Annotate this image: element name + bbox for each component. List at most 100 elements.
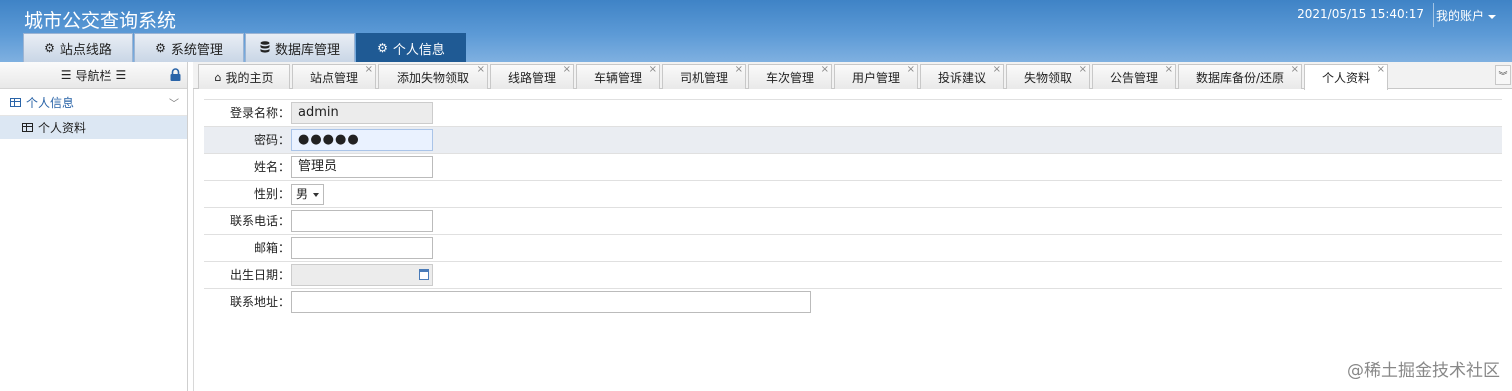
gender-label: 性别：: [253, 187, 290, 201]
main-tab-personal[interactable]: ⚙ 个人信息: [356, 33, 466, 62]
main-tab-stations[interactable]: ⚙ 站点线路: [23, 33, 133, 62]
tab-label: 公告管理: [1109, 70, 1158, 85]
main-tab-label: 个人信息: [392, 42, 445, 58]
close-icon[interactable]: ×: [649, 64, 657, 75]
phone-field[interactable]: [291, 210, 433, 232]
sidebar-title: 导航栏: [75, 68, 112, 83]
tab-user-management[interactable]: 用户管理 ×: [834, 64, 918, 89]
name-field[interactable]: 管理员: [291, 156, 433, 178]
caret-down-icon: [313, 193, 319, 197]
database-icon: [260, 40, 270, 56]
email-field[interactable]: [291, 237, 433, 259]
address-field[interactable]: [291, 291, 811, 313]
watermark: @稀土掘金技术社区: [1347, 361, 1500, 381]
sidebar: ☰ 导航栏 ☰ 个人信息 ﹀ 个人资料: [0, 62, 188, 391]
email-label: 邮箱：: [253, 241, 290, 255]
form-row-password: 密码： ●●●●●: [204, 126, 1502, 153]
tab-label: 用户管理: [851, 70, 900, 85]
password-field[interactable]: ●●●●●: [291, 129, 433, 151]
current-datetime: 2021/05/15 15:40:17: [1297, 7, 1424, 21]
menu-icon: ☰: [115, 68, 127, 82]
tab-database-backup[interactable]: 数据库备份/还原 ×: [1178, 64, 1302, 89]
table-icon: [10, 97, 21, 107]
tab-driver-management[interactable]: 司机管理 ×: [662, 64, 746, 89]
login-name-label: 登录名称：: [229, 106, 290, 120]
close-icon[interactable]: ×: [477, 64, 485, 75]
close-icon[interactable]: ×: [563, 64, 571, 75]
tab-label: 车次管理: [765, 70, 814, 85]
chevron-down-icon: ﹀: [169, 99, 179, 110]
login-name-field[interactable]: admin: [291, 102, 433, 124]
form-row-gender: 性别： 男: [204, 180, 1502, 207]
tab-list-dropdown-button[interactable]: ︾: [1495, 65, 1511, 85]
gear-icon: ⚙: [377, 41, 388, 55]
tab-home[interactable]: ⌂ 我的主页: [198, 64, 290, 89]
home-icon: ⌂: [214, 70, 222, 84]
birth-date-label: 出生日期：: [229, 268, 290, 282]
form-row-birth-date: 出生日期：: [204, 261, 1502, 288]
sidebar-item-profile[interactable]: 个人资料: [0, 116, 187, 139]
form-row-address: 联系地址：: [204, 288, 1502, 315]
sidebar-group-label: 个人信息: [26, 95, 75, 110]
close-icon[interactable]: ×: [735, 64, 743, 75]
tab-label: 司机管理: [679, 70, 728, 85]
app-header: 城市公交查询系统 2021/05/15 15:40:17 我的账户 ⚙ 站点线路 …: [0, 0, 1512, 62]
close-icon[interactable]: ×: [1165, 64, 1173, 75]
form-row-name: 姓名： 管理员: [204, 153, 1502, 180]
close-icon[interactable]: ×: [1079, 64, 1087, 75]
menu-icon: ☰: [60, 68, 72, 82]
account-menu-button[interactable]: 我的账户: [1436, 7, 1512, 24]
tab-label: 数据库备份/还原: [1195, 70, 1285, 85]
tab-vehicle-management[interactable]: 车辆管理 ×: [576, 64, 660, 89]
password-label: 密码：: [253, 133, 290, 147]
sidebar-header: ☰ 导航栏 ☰: [0, 62, 187, 89]
gender-value: 男: [296, 187, 309, 201]
main-tab-label: 站点线路: [59, 42, 112, 58]
close-icon[interactable]: ×: [907, 64, 915, 75]
app-title: 城市公交查询系统: [24, 10, 177, 32]
sidebar-group-personal-info[interactable]: 个人信息 ﹀: [0, 89, 187, 116]
sidebar-item-label: 个人资料: [38, 121, 87, 135]
tab-label: 添加失物领取: [396, 70, 469, 85]
calendar-icon[interactable]: [419, 269, 429, 280]
tab-lost-items[interactable]: 失物领取 ×: [1006, 64, 1090, 89]
close-icon[interactable]: ×: [1291, 64, 1299, 75]
tab-label: 我的主页: [225, 70, 274, 85]
header-divider: [1433, 3, 1434, 27]
tab-label: 个人资料: [1321, 71, 1370, 85]
form-row-email: 邮箱：: [204, 234, 1502, 261]
gear-icon: ⚙: [155, 41, 166, 55]
main-tabs: ⚙ 站点线路 ⚙ 系统管理 数据库管理 ⚙ 个人信息: [23, 33, 467, 62]
gender-select[interactable]: 男: [291, 184, 324, 205]
close-icon[interactable]: ×: [993, 64, 1001, 75]
phone-label: 联系电话：: [229, 214, 290, 228]
main-tab-label: 数据库管理: [274, 42, 340, 58]
tab-route-management[interactable]: 线路管理 ×: [490, 64, 574, 89]
tab-add-lost-item[interactable]: 添加失物领取 ×: [378, 64, 488, 89]
tab-label: 投诉建议: [937, 70, 986, 85]
tab-label: 站点管理: [309, 70, 358, 85]
profile-form: 登录名称： admin 密码： ●●●●● 姓名： 管理员 性别： 男 联系电话…: [193, 89, 1512, 391]
main-tab-label: 系统管理: [170, 42, 223, 58]
tab-label: 车辆管理: [593, 70, 642, 85]
tab-profile[interactable]: 个人资料 ×: [1304, 64, 1388, 90]
tab-label: 线路管理: [507, 70, 556, 85]
form-row-login-name: 登录名称： admin: [204, 99, 1502, 126]
main-tab-database[interactable]: 数据库管理: [245, 33, 355, 62]
close-icon[interactable]: ×: [365, 64, 373, 75]
close-icon[interactable]: ×: [821, 64, 829, 75]
account-label: 我的账户: [1436, 9, 1485, 23]
form-row-phone: 联系电话：: [204, 207, 1502, 234]
address-label: 联系地址：: [229, 295, 290, 309]
tab-trip-management[interactable]: 车次管理 ×: [748, 64, 832, 89]
table-icon: [22, 123, 33, 132]
caret-down-icon: [1488, 14, 1497, 19]
double-chevron-down-icon: ︾: [1498, 71, 1508, 82]
close-icon[interactable]: ×: [1377, 64, 1385, 75]
tab-station-management[interactable]: 站点管理 ×: [292, 64, 376, 89]
birth-date-field[interactable]: [291, 264, 433, 286]
lock-icon[interactable]: [170, 68, 181, 81]
main-tab-system[interactable]: ⚙ 系统管理: [134, 33, 244, 62]
tab-notice-management[interactable]: 公告管理 ×: [1092, 64, 1176, 89]
tab-complaints[interactable]: 投诉建议 ×: [920, 64, 1004, 89]
